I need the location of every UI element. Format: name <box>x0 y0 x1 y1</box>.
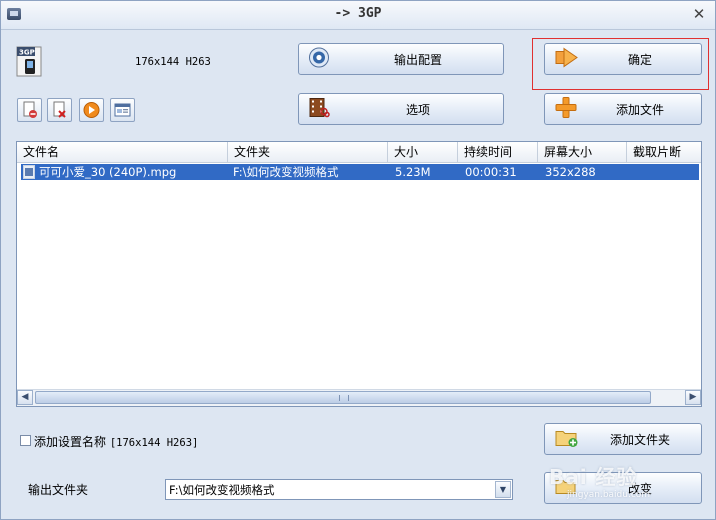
file-list[interactable]: 文件名 文件夹 大小 持续时间 屏幕大小 截取片断 可可小爱_30 (240P)… <box>16 141 702 407</box>
title-bar[interactable]: -> 3GP ✕ <box>1 1 715 30</box>
scroll-left-icon[interactable]: ◀ <box>17 390 33 405</box>
add-setting-name-label: 添加设置名称 <box>34 435 107 449</box>
3gp-file-icon: 3GP <box>15 46 45 81</box>
add-folder-button[interactable]: 添加文件夹 <box>544 423 702 455</box>
output-folder-label: 输出文件夹 <box>28 483 89 497</box>
video-file-icon <box>23 164 37 180</box>
cell-size: 5.23M <box>395 165 431 179</box>
add-file-button[interactable]: 添加文件 <box>544 93 702 125</box>
file-list-header: 文件名 文件夹 大小 持续时间 屏幕大小 截取片断 <box>17 142 701 163</box>
cell-filename: 可可小爱_30 (240P).mpg <box>39 165 177 179</box>
column-size[interactable]: 大小 <box>388 142 458 162</box>
add-setting-name-value: [176x144 H263] <box>109 437 199 449</box>
add-setting-name-label-group: 添加设置名称 [176x144 H263] <box>34 433 198 450</box>
cell-clip <box>632 164 700 180</box>
output-config-button[interactable]: 输出配置 <box>298 43 504 75</box>
add-folder-icon <box>554 427 580 452</box>
format-factory-window: -> 3GP ✕ 3GP 176x144 H263 输出配置 确定 选项 添加文… <box>0 0 716 520</box>
add-folder-label: 添加文件夹 <box>609 432 670 447</box>
baidu-watermark-url: jingyan.baidu.com <box>567 490 651 500</box>
column-duration[interactable]: 持续时间 <box>458 142 538 162</box>
settings-gear-icon <box>308 47 330 72</box>
baidu-watermark: Bai 经验 <box>549 465 638 489</box>
column-clip[interactable]: 截取片断 <box>627 142 701 162</box>
clear-list-button[interactable] <box>47 98 72 122</box>
remove-file-button[interactable] <box>17 98 42 122</box>
film-scissors-icon <box>308 97 330 122</box>
scroll-right-icon[interactable]: ▶ <box>685 390 701 405</box>
close-icon[interactable]: ✕ <box>691 6 707 22</box>
column-folder[interactable]: 文件夹 <box>228 142 388 162</box>
column-filename[interactable]: 文件名 <box>17 142 228 162</box>
chevron-down-icon[interactable]: ▼ <box>495 481 511 498</box>
info-icon <box>114 103 131 117</box>
options-button[interactable]: 选项 <box>298 93 504 125</box>
play-icon <box>83 102 100 118</box>
output-config-label: 输出配置 <box>393 52 442 67</box>
window-title: -> 3GP <box>334 6 382 21</box>
clear-list-icon <box>53 101 66 118</box>
column-screen-size[interactable]: 屏幕大小 <box>538 142 627 162</box>
table-row[interactable]: 可可小爱_30 (240P).mpg F:\如何改变视频格式 5.23M 00:… <box>21 164 699 180</box>
format-profile-text: 176x144 H263 <box>135 56 211 68</box>
cell-folder: F:\如何改变视频格式 <box>233 165 339 179</box>
cell-screen-size: 352x288 <box>545 165 596 179</box>
output-folder-select[interactable]: F:\如何改变视频格式 ▼ <box>165 479 513 500</box>
info-button[interactable] <box>110 98 135 122</box>
add-setting-name-checkbox[interactable] <box>20 435 31 446</box>
confirm-highlight-box <box>532 38 709 90</box>
svg-text:3GP: 3GP <box>19 49 35 57</box>
add-file-label: 添加文件 <box>615 102 664 117</box>
scroll-thumb[interactable] <box>35 391 651 404</box>
options-label: 选项 <box>405 102 430 117</box>
play-button[interactable] <box>79 98 104 122</box>
remove-file-icon <box>23 101 37 118</box>
output-folder-value: F:\如何改变视频格式 <box>169 483 275 497</box>
cell-duration: 00:00:31 <box>465 165 517 179</box>
plus-icon <box>554 96 578 123</box>
horizontal-scrollbar[interactable]: ◀ ▶ <box>17 389 701 406</box>
